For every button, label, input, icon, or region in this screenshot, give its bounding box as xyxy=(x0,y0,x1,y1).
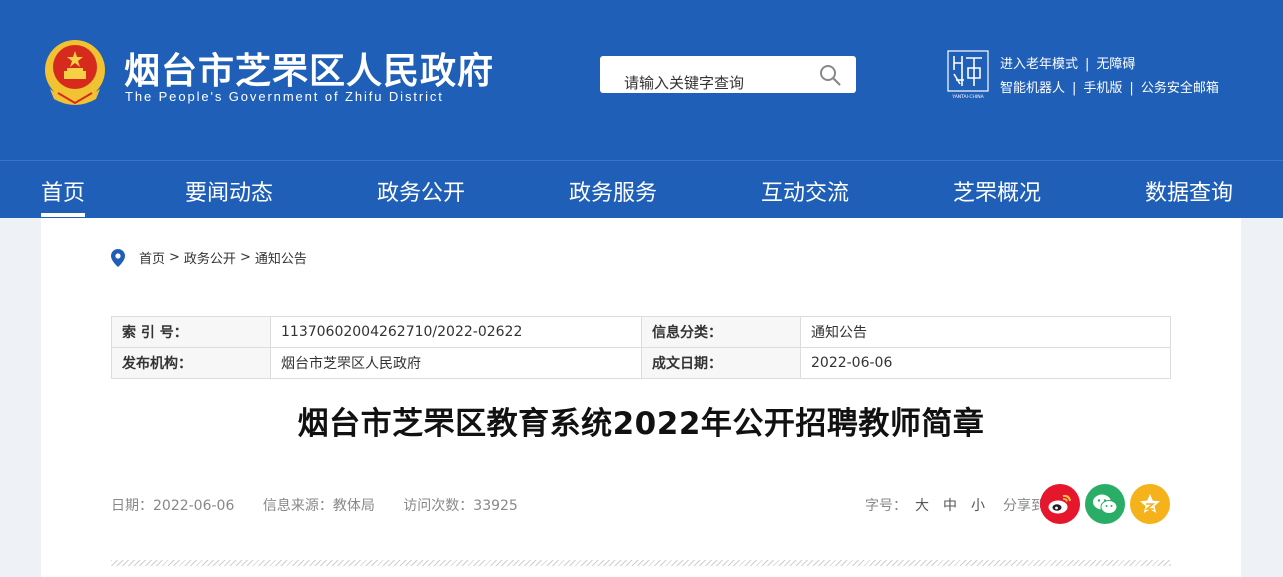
yt-logo-caption: YANTAI·CHINA xyxy=(951,94,984,100)
article-tools: 字号： 大 中 小 分享到： xyxy=(865,495,1059,515)
index-value: 11370602004262710/2022-02622 xyxy=(270,316,642,348)
breadcrumb-separator: > xyxy=(169,250,180,265)
article-views: 访问次数：33925 xyxy=(403,498,518,514)
search-button[interactable] xyxy=(814,60,846,90)
table-row: 索 引 号： 11370602004262710/2022-02622 信息分类… xyxy=(111,316,1171,348)
date-value: 2022-06-06 xyxy=(800,347,1171,379)
robot-link[interactable]: 智能机器人 xyxy=(1000,81,1065,96)
article-source: 信息来源：教体局 xyxy=(262,498,375,514)
article-title: 烟台市芝罘区教育系统2022年公开招聘教师简章 xyxy=(297,406,985,442)
publisher-label: 发布机构： xyxy=(111,347,271,379)
nav-gov-affairs[interactable]: 政务公开 xyxy=(377,175,465,207)
top-links: 进入老年模式 | 无障碍 智能机器人 | 手机版 | 公务安全邮箱 xyxy=(1000,53,1219,101)
content-panel: 首页 > 政务公开 > 通知公告 索 引 号： 1137060200426271… xyxy=(41,218,1241,577)
breadcrumb-home[interactable]: 首页 xyxy=(139,248,165,267)
location-pin-icon xyxy=(111,248,125,267)
official-mail-link[interactable]: 公务安全邮箱 xyxy=(1141,81,1219,96)
link-separator: | xyxy=(1072,81,1077,96)
nav-home[interactable]: 首页 xyxy=(41,175,86,217)
wechat-icon xyxy=(1093,494,1118,514)
share-favorite-button[interactable] xyxy=(1130,484,1170,524)
font-size-large[interactable]: 大 xyxy=(915,495,929,515)
publisher-value: 烟台市芝罘区人民政府 xyxy=(270,347,642,379)
link-separator: | xyxy=(1085,57,1090,72)
breadcrumb: 首页 > 政务公开 > 通知公告 xyxy=(111,248,307,267)
date-label: 成文日期： xyxy=(641,347,801,379)
nav-news[interactable]: 要闻动态 xyxy=(185,175,273,207)
site-subtitle: The People's Government of Zhifu Distric… xyxy=(125,89,444,104)
search-box xyxy=(600,56,856,93)
weibo-icon xyxy=(1048,494,1071,514)
yantai-city-logo: YANTAI·CHINA xyxy=(947,50,989,100)
table-row: 发布机构： 烟台市芝罘区人民政府 成文日期： 2022-06-06 xyxy=(111,347,1171,379)
site-header: 烟台市芝罘区人民政府 The People's Government of Zh… xyxy=(0,0,1283,160)
article-date: 日期：2022-06-06 xyxy=(111,498,235,514)
breadcrumb-gov-affairs[interactable]: 政务公开 xyxy=(184,248,236,267)
nav-services[interactable]: 政务服务 xyxy=(569,175,657,207)
nav-overview[interactable]: 芝罘概况 xyxy=(953,175,1041,207)
nav-interaction[interactable]: 互动交流 xyxy=(761,175,849,207)
share-weibo-button[interactable] xyxy=(1040,484,1080,524)
share-wechat-button[interactable] xyxy=(1085,484,1125,524)
font-size-small[interactable]: 小 xyxy=(971,495,985,515)
breadcrumb-notices[interactable]: 通知公告 xyxy=(255,248,307,267)
article-info: 日期：2022-06-06 信息来源：教体局 访问次数：33925 xyxy=(111,495,542,515)
dotted-divider xyxy=(111,560,1171,566)
link-separator: | xyxy=(1129,81,1134,96)
elderly-mode-link[interactable]: 进入老年模式 xyxy=(1000,57,1078,72)
search-input[interactable] xyxy=(600,56,810,93)
document-meta-table: 索 引 号： 11370602004262710/2022-02622 信息分类… xyxy=(111,316,1171,379)
index-label: 索 引 号： xyxy=(111,316,271,348)
font-size-label: 字号： xyxy=(865,498,907,514)
breadcrumb-separator: > xyxy=(239,250,251,265)
site-title: 烟台市芝罘区人民政府 xyxy=(124,51,495,92)
accessibility-link[interactable]: 无障碍 xyxy=(1096,57,1135,72)
national-emblem-icon xyxy=(45,40,105,105)
main-nav: 首页 要闻动态 政务公开 政务服务 互动交流 芝罘概况 数据查询 xyxy=(0,160,1283,218)
mobile-link[interactable]: 手机版 xyxy=(1083,81,1122,96)
nav-data-query[interactable]: 数据查询 xyxy=(1145,175,1233,207)
category-value: 通知公告 xyxy=(800,316,1171,348)
search-icon xyxy=(820,65,841,86)
category-label: 信息分类： xyxy=(641,316,801,348)
font-size-medium[interactable]: 中 xyxy=(943,495,957,515)
star-icon xyxy=(1140,494,1160,513)
